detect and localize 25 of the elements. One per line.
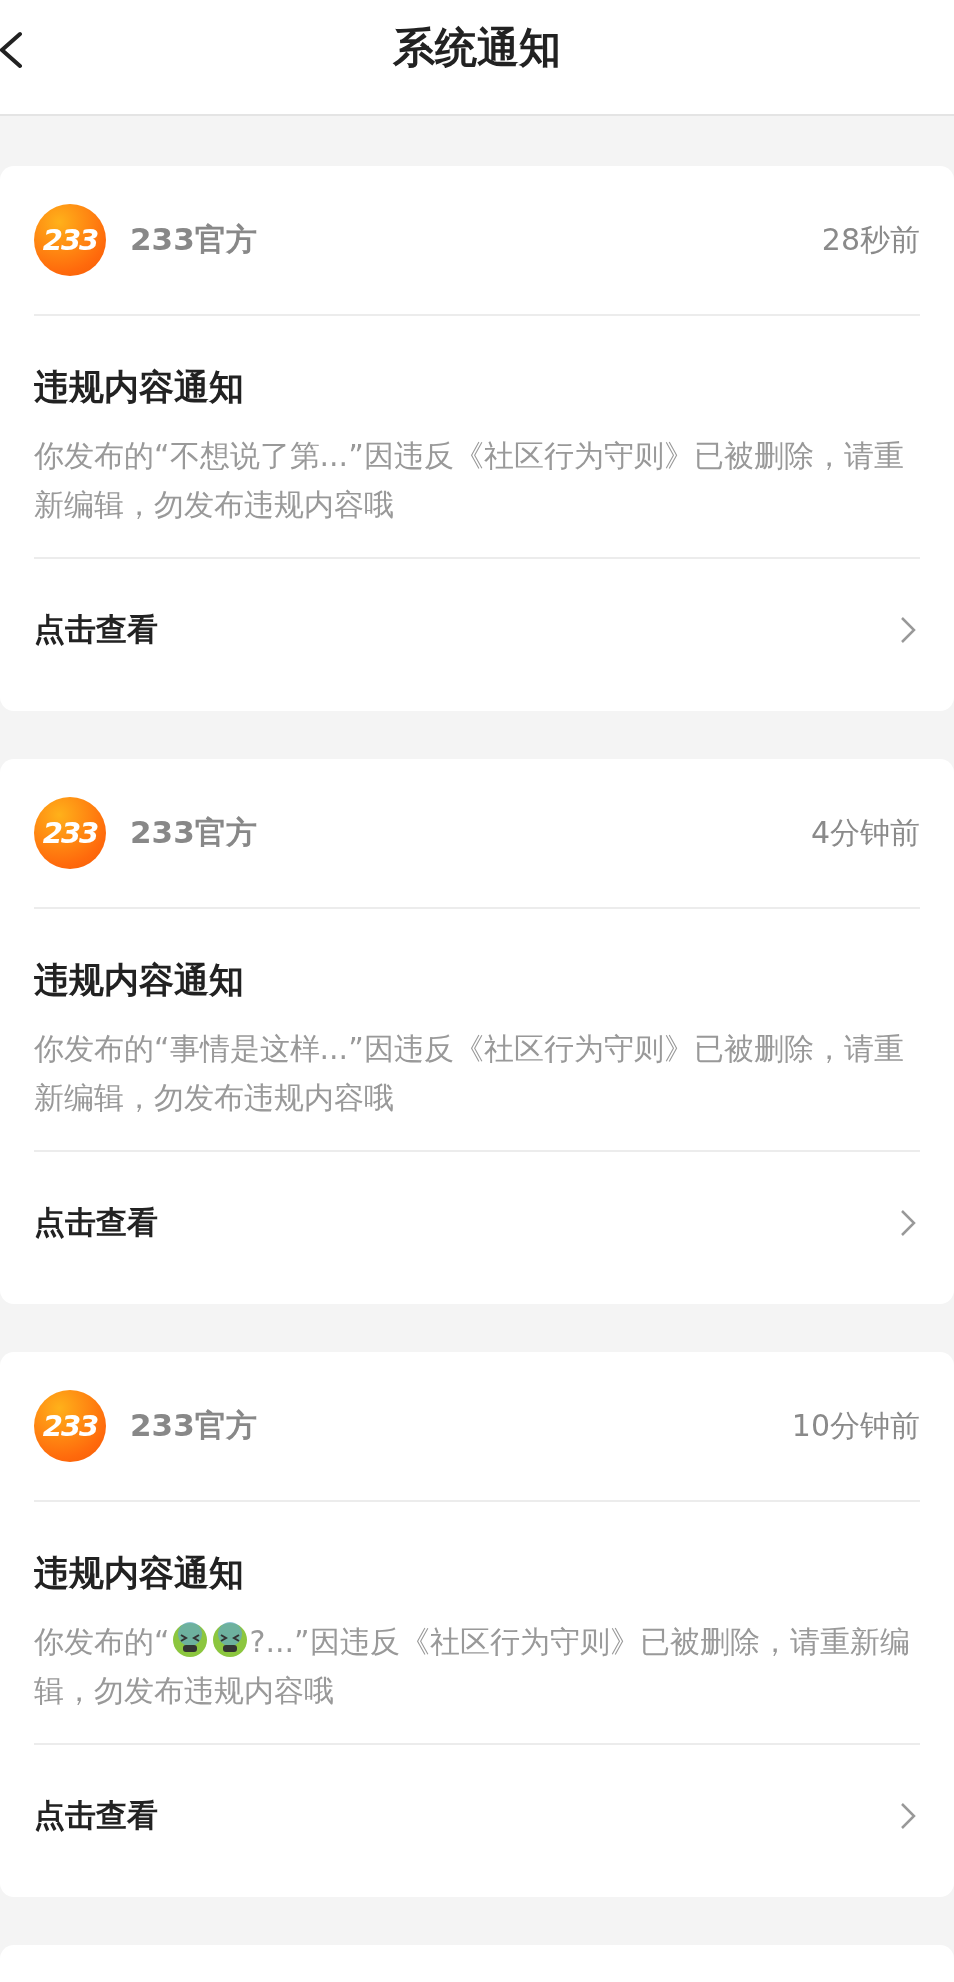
- page-title: 系统通知: [393, 22, 561, 74]
- sender-logo: 233: [34, 1390, 106, 1462]
- sender-logo: 233: [34, 797, 106, 869]
- notification-title: 违规内容通知: [34, 959, 245, 1002]
- nauseated-face-icon: [171, 1622, 208, 1658]
- timestamp: 10分钟前: [791, 1406, 920, 1445]
- notification-title: 违规内容通知: [34, 366, 245, 409]
- sender-name: 233官方: [130, 220, 258, 259]
- chevron-right-icon[interactable]: [900, 1802, 916, 1830]
- chevron-right-icon[interactable]: [900, 616, 916, 644]
- timestamp: 4分钟前: [810, 813, 920, 852]
- notification-message: 你发布的“事情是这样...”因违反《社区行为守则》已被删除，请重新编辑，勿发布违规内容哦: [34, 1030, 905, 1117]
- notification-message: 你发布的“ ?...”因违反《社区行为守则》已被删除，请重新编辑，勿发布违规内容哦: [34, 1621, 911, 1710]
- chevron-right-icon[interactable]: [900, 1209, 916, 1237]
- sender-name: 233官方: [130, 813, 258, 852]
- nauseated-face-icon: [211, 1622, 248, 1658]
- timestamp: 28秒前: [821, 220, 920, 259]
- view-link[interactable]: 点击查看: [34, 1795, 158, 1837]
- view-link[interactable]: 点击查看: [34, 1202, 158, 1244]
- notification-message: 你发布的“不想说了第...”因违反《社区行为守则》已被删除，请重新编辑，勿发布违规内容哦: [34, 437, 905, 524]
- view-link[interactable]: 点击查看: [34, 609, 158, 651]
- back-icon[interactable]: [0, 30, 24, 70]
- sender-logo: 233: [34, 204, 106, 276]
- notification-title: 违规内容通知: [34, 1552, 245, 1595]
- sender-name: 233官方: [130, 1406, 258, 1445]
